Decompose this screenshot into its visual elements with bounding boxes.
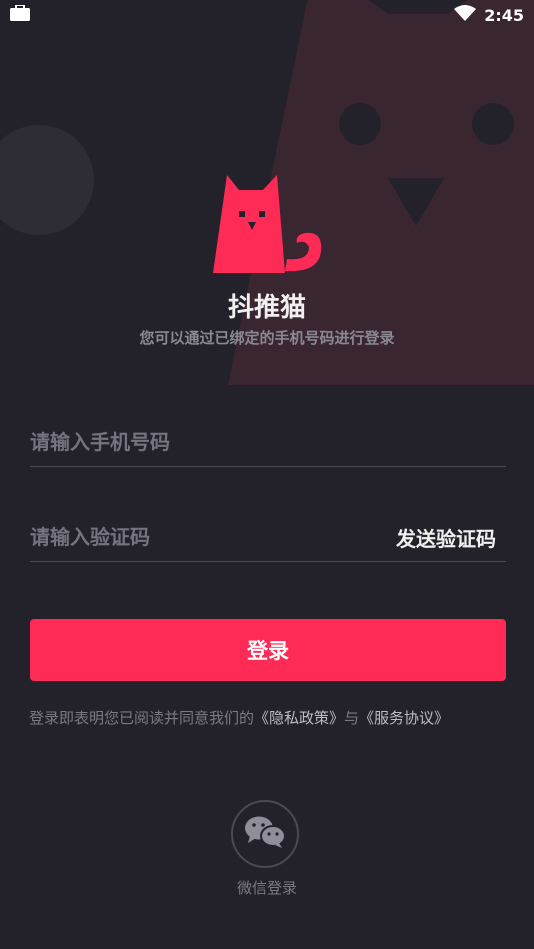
phone-field [30,418,506,467]
status-time: 2:45 [484,5,524,25]
agreement-text: 登录即表明您已阅读并同意我们的《隐私政策》与《服务协议》 [29,707,519,728]
app-logo-icon [211,175,325,275]
app-name: 抖推猫 [227,293,306,323]
send-code-button[interactable]: 发送验证码 [396,523,506,552]
background-cat-eye-left [339,103,381,145]
wechat-login-button[interactable] [231,800,299,868]
login-button[interactable]: 登录 [30,619,506,681]
wechat-login-label: 微信登录 [236,879,297,897]
briefcase-icon [10,4,30,25]
background-circle [0,125,94,235]
terms-of-service-link[interactable]: 《服务协议》 [359,709,449,727]
phone-input[interactable] [30,430,350,454]
wifi-icon [454,5,477,25]
agreement-prefix: 登录即表明您已阅读并同意我们的 [29,709,255,727]
background-cat-eye-right [472,103,514,145]
status-bar: 2:45 [0,0,534,30]
privacy-policy-link[interactable]: 《隐私政策》 [254,709,344,727]
verification-code-input[interactable] [30,525,350,549]
code-field: 发送验证码 [30,513,506,562]
wechat-icon [244,815,286,853]
agreement-conjunction: 与 [344,709,360,727]
login-subtitle: 您可以通过已绑定的手机号码进行登录 [139,329,395,347]
status-right: 2:45 [454,5,524,25]
